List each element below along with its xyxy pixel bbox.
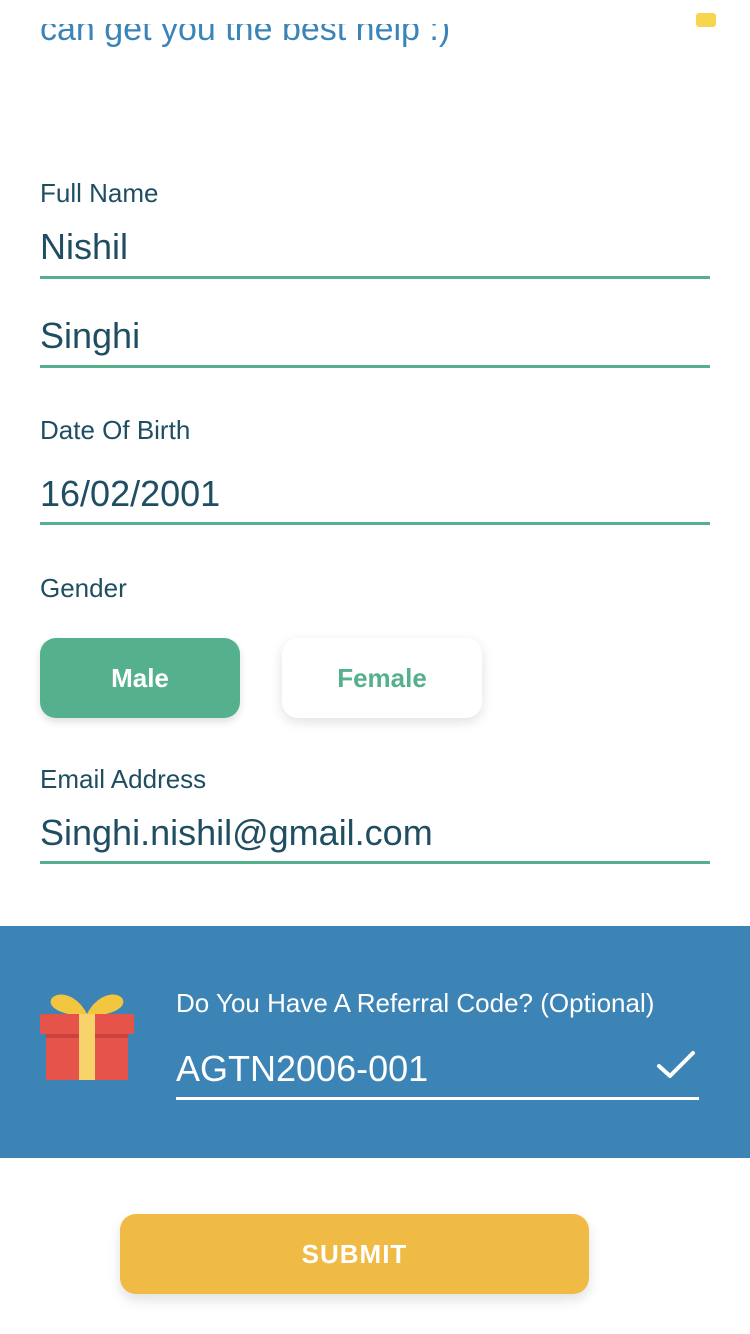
gift-icon [38,990,136,1087]
last-name-input[interactable]: Singhi [40,315,140,357]
submit-button[interactable]: SUBMIT [120,1214,589,1294]
last-name-underline [40,365,710,368]
gender-female-button[interactable]: Female [282,638,482,718]
dob-input[interactable]: 16/02/2001 [40,473,220,515]
gender-label: Gender [40,573,127,603]
referral-label: Do You Have A Referral Code? (Optional) [176,988,655,1018]
dob-label: Date Of Birth [40,415,191,445]
referral-code-input[interactable]: AGTN2006-001 [176,1048,428,1090]
referral-section: Do You Have A Referral Code? (Optional) … [0,926,750,1158]
gender-male-button[interactable]: Male [40,638,240,718]
registration-screen: can get you the best help :) Full Name N… [0,0,750,1334]
dob-underline [40,522,710,525]
first-name-underline [40,276,710,279]
checkmark-icon [656,1050,696,1085]
intro-text: can get you the best help :) [40,10,451,48]
full-name-label: Full Name [40,178,159,208]
email-underline [40,861,710,864]
referral-underline [176,1097,699,1100]
email-input[interactable]: Singhi.nishil@gmail.com [40,812,433,854]
status-indicator [696,13,716,27]
email-label: Email Address [40,764,207,794]
first-name-input[interactable]: Nishil [40,226,128,268]
